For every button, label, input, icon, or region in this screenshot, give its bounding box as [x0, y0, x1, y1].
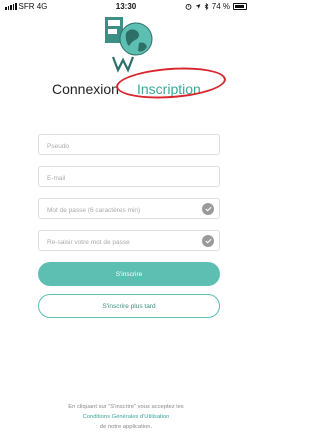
email-input[interactable]: [39, 169, 219, 188]
battery-icon: [233, 3, 247, 10]
status-right: 74 %: [185, 2, 247, 11]
password-input[interactable]: [39, 201, 219, 220]
signup-later-button[interactable]: S'inscrire plus tard: [38, 294, 220, 318]
confirm-password-input[interactable]: [39, 233, 219, 252]
check-icon: [202, 203, 214, 215]
confirm-password-field: [38, 230, 220, 252]
status-bar: SFR 4G 13:30 74 %: [0, 0, 252, 14]
terms-line-1: En cliquant sur "S'inscrire" vous accept…: [68, 404, 184, 410]
location-icon: [195, 4, 201, 9]
terms-line-2: de notre application.: [99, 424, 153, 430]
email-field: [38, 166, 220, 188]
battery-percent: 74 %: [211, 2, 230, 11]
signup-button[interactable]: S'inscrire: [38, 262, 220, 286]
password-field: [38, 198, 220, 220]
terms-link[interactable]: Conditions Générales d'Utilisation: [20, 412, 232, 422]
terms-text: En cliquant sur "S'inscrire" vous accept…: [20, 402, 232, 432]
app-logo: [105, 17, 153, 73]
tab-login[interactable]: Connexion: [52, 81, 119, 97]
pseudo-field: [38, 134, 220, 156]
pseudo-input[interactable]: [39, 137, 219, 156]
bluetooth-icon: [204, 3, 209, 10]
alarm-icon: [185, 3, 192, 10]
check-icon: [202, 235, 214, 247]
